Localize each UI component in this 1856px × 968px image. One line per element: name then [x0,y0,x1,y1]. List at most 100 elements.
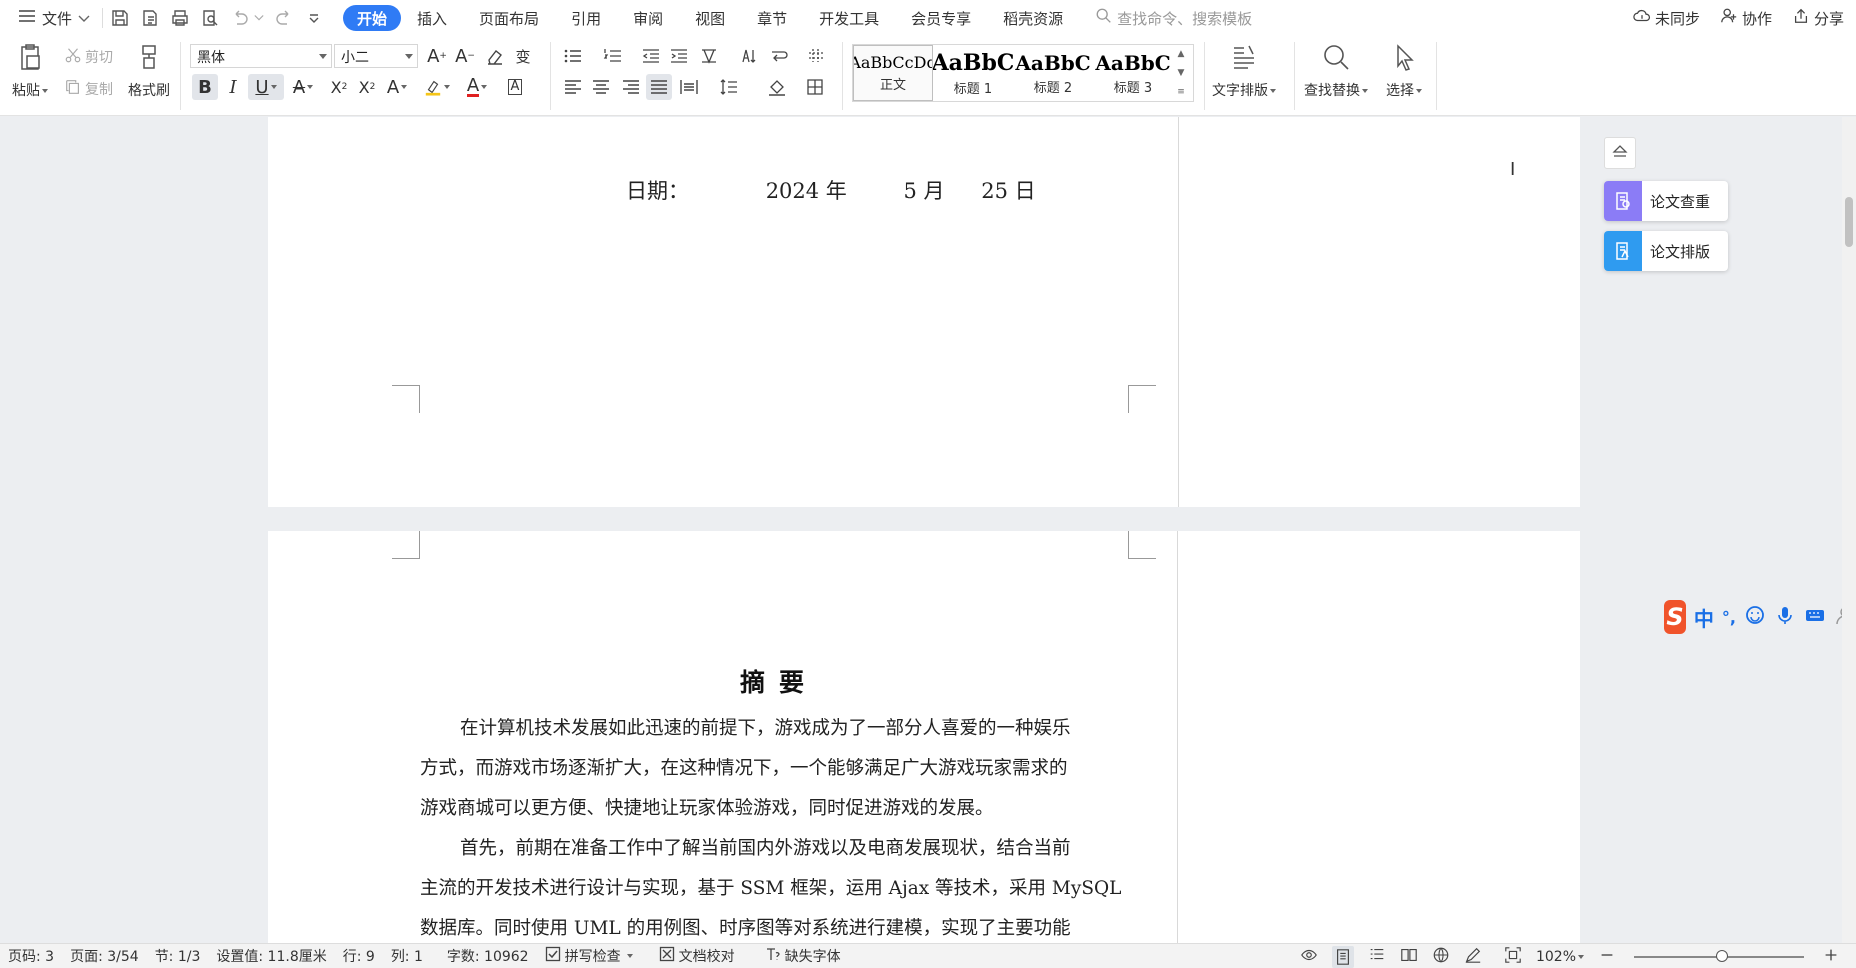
fit-page-icon[interactable] [1504,946,1522,968]
style-gallery-scroll[interactable]: ▲ ▼ ≡ [1173,45,1189,101]
borders-icon[interactable] [802,74,828,100]
text-effect-button[interactable]: A [384,74,410,100]
zoom-in-icon[interactable] [1822,946,1840,968]
find-replace-button[interactable]: 查找替换 [1304,42,1368,100]
eye-protect-icon[interactable] [1300,946,1318,968]
tab-view[interactable]: 视图 [679,5,741,31]
tab-review[interactable]: 审阅 [617,5,679,31]
status-section[interactable]: 节: 1/3 [147,946,209,966]
superscript-button[interactable]: X2 [326,74,352,100]
redo-icon[interactable] [271,5,297,31]
style-heading-2[interactable]: AaBbC 标题 2 [1013,45,1093,101]
emoji-icon[interactable] [1744,604,1766,631]
cut-button[interactable]: 剪切 [64,46,113,68]
table-tools-icon[interactable] [804,43,830,69]
line-spacing-icon[interactable] [716,74,742,100]
tab-home[interactable]: 开始 [343,5,402,31]
write-mode-icon[interactable] [1464,946,1482,968]
reading-view-icon[interactable] [1400,946,1418,968]
font-size-select[interactable]: 小二 [334,44,418,68]
tab-page-layout[interactable]: 页面布局 [463,5,555,31]
status-page-code[interactable]: 页码: 3 [0,946,62,966]
missing-font-button[interactable]: 缺失字体 [757,946,849,966]
web-view-icon[interactable] [1432,946,1450,968]
status-word-count[interactable]: 字数: 10962 [439,946,537,966]
strikethrough-button[interactable]: A [290,74,316,100]
distribute-icon[interactable] [676,74,702,100]
chevron-down-icon[interactable]: ▼ [1178,68,1185,78]
share-button[interactable]: 分享 [1792,7,1844,29]
font-name-select[interactable]: 黑体 [190,44,332,68]
align-left-icon[interactable] [560,74,586,100]
style-heading-1[interactable]: AaBbC 标题 1 [933,45,1013,101]
vertical-scrollbar[interactable] [1842,117,1856,943]
increase-indent-icon[interactable] [666,43,692,69]
collab-button[interactable]: 协作 [1720,7,1772,29]
export-icon[interactable] [137,5,163,31]
bold-button[interactable]: B [192,74,218,100]
shading-icon[interactable] [764,74,790,100]
tab-developer[interactable]: 开发工具 [803,5,895,31]
page-view-icon[interactable] [1331,945,1354,968]
align-right-icon[interactable] [618,74,644,100]
sort-icon[interactable] [736,43,762,69]
chevron-down-icon[interactable] [253,5,265,31]
char-border-button[interactable]: A [502,74,528,100]
italic-button[interactable]: I [220,74,246,100]
undo-icon[interactable] [227,5,253,31]
ime-language[interactable]: 中 [1694,603,1714,632]
bullets-icon[interactable] [560,43,586,69]
underline-button[interactable]: U [248,74,284,100]
sogou-logo-icon[interactable]: S [1664,600,1686,634]
collapse-panel-button[interactable] [1604,137,1636,169]
decrease-indent-icon[interactable] [638,43,664,69]
proofread-button[interactable]: 文档校对 [651,946,743,966]
zoom-slider-knob[interactable] [1716,949,1729,962]
copy-button[interactable]: 复制 [64,78,113,100]
shrink-font-icon[interactable]: A − [452,43,478,69]
select-button[interactable]: 选择 [1386,42,1422,100]
clear-format-icon[interactable] [482,43,508,69]
status-setting[interactable]: 设置值: 11.8厘米 [208,946,334,966]
document-canvas[interactable]: 日期： 2024 年 5 月 25 日 摘要 在计算机技术发展如此迅速的前提下，… [0,117,1856,943]
keyboard-icon[interactable] [1804,604,1826,631]
numbering-icon[interactable] [600,43,626,69]
spell-check-button[interactable]: 拼写检查 [537,946,641,966]
phonetic-guide-icon[interactable]: 变 [510,43,536,69]
font-color-button[interactable]: A [464,74,490,100]
text-layout-button[interactable]: 文字排版 [1212,42,1276,100]
show-marks-icon[interactable] [766,43,792,69]
paper-layout-button[interactable]: 论文排版 [1604,231,1728,271]
save-icon[interactable] [107,5,133,31]
tab-member[interactable]: 会员专享 [895,5,987,31]
tab-references[interactable]: 引用 [555,5,617,31]
justify-icon[interactable] [646,74,672,100]
outline-view-icon[interactable] [1368,946,1386,968]
subscript-button[interactable]: X2 [354,74,380,100]
align-center-icon[interactable] [588,74,614,100]
tab-docer[interactable]: 稻壳资源 [987,5,1079,31]
paper-check-button[interactable]: 论文查重 [1604,181,1728,221]
sync-button[interactable]: 未同步 [1633,7,1700,29]
zoom-out-icon[interactable] [1598,946,1616,968]
ime-punct[interactable]: °, [1722,608,1736,627]
zoom-level[interactable]: 102% [1536,949,1584,965]
style-heading-3[interactable]: AaBbC 标题 3 [1093,45,1173,101]
style-normal[interactable]: AaBbCcDd 正文 [853,45,933,101]
status-page[interactable]: 页面: 3/54 [62,946,147,966]
zoom-slider[interactable] [1634,949,1804,962]
scrollbar-thumb[interactable] [1845,197,1853,247]
grow-font-icon[interactable]: A + [424,43,450,69]
expand-icon[interactable]: ≡ [1177,87,1185,97]
print-icon[interactable] [167,5,193,31]
print-preview-icon[interactable] [197,5,223,31]
highlight-button[interactable] [424,74,450,100]
file-menu[interactable]: 文件 [10,0,98,36]
tab-chapter[interactable]: 章节 [741,5,803,31]
format-painter-button[interactable]: 格式刷 [128,42,170,100]
chevron-up-icon[interactable]: ▲ [1178,49,1185,59]
microphone-icon[interactable] [1774,604,1796,631]
command-search[interactable]: 查找命令、搜索模板 [1095,7,1252,29]
status-row[interactable]: 行: 9 [335,946,383,966]
paste-button[interactable]: 粘贴 [12,42,48,100]
